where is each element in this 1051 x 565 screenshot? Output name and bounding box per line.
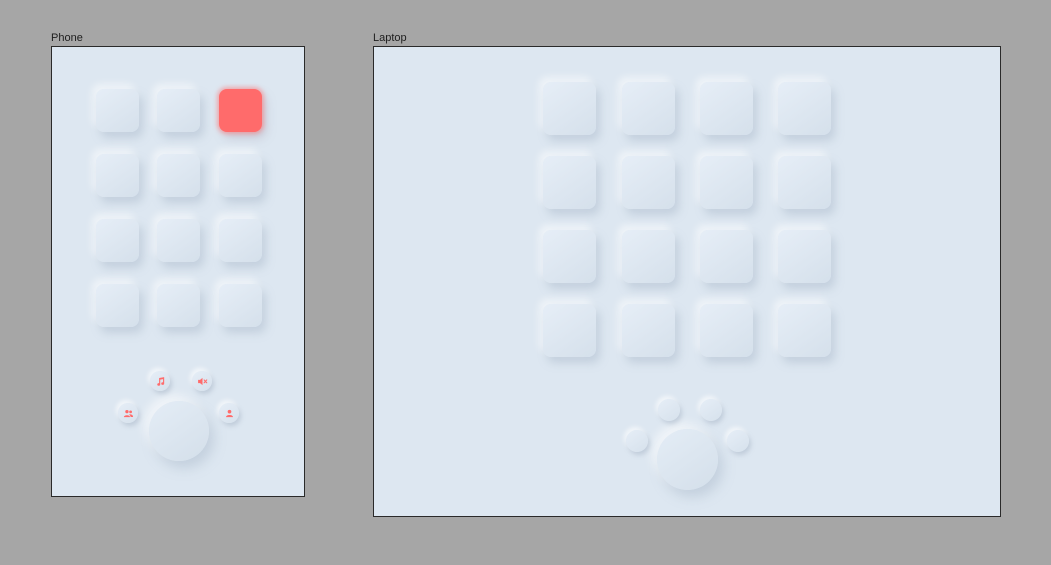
laptop-frame-label: Laptop bbox=[373, 32, 407, 44]
laptop-app-tile-13[interactable] bbox=[543, 304, 596, 357]
laptop-app-tile-10[interactable] bbox=[622, 230, 675, 283]
phone-main-knob[interactable] bbox=[149, 401, 209, 461]
laptop-app-tile-2[interactable] bbox=[622, 82, 675, 135]
laptop-control-button-1[interactable] bbox=[658, 399, 680, 421]
laptop-app-tile-11[interactable] bbox=[700, 230, 753, 283]
laptop-control-button-4[interactable] bbox=[727, 430, 749, 452]
laptop-app-tile-12[interactable] bbox=[778, 230, 831, 283]
phone-app-tile-8[interactable] bbox=[157, 219, 200, 262]
phone-mute-button[interactable] bbox=[192, 371, 212, 391]
phone-app-tile-2[interactable] bbox=[157, 89, 200, 132]
phone-app-tile-4[interactable] bbox=[96, 154, 139, 197]
phone-app-tile-6[interactable] bbox=[219, 154, 262, 197]
phone-music-button[interactable] bbox=[150, 371, 170, 391]
laptop-app-tile-4[interactable] bbox=[778, 82, 831, 135]
laptop-app-tile-16[interactable] bbox=[778, 304, 831, 357]
laptop-frame bbox=[373, 46, 1001, 517]
laptop-app-tile-7[interactable] bbox=[700, 156, 753, 209]
user-icon bbox=[224, 408, 235, 419]
group-icon bbox=[123, 408, 134, 419]
laptop-main-knob[interactable] bbox=[657, 429, 718, 490]
phone-app-tile-3-active[interactable] bbox=[219, 89, 262, 132]
phone-app-tile-12[interactable] bbox=[219, 284, 262, 327]
phone-group-button[interactable] bbox=[118, 403, 138, 423]
laptop-app-tile-6[interactable] bbox=[622, 156, 675, 209]
phone-user-button[interactable] bbox=[219, 403, 239, 423]
laptop-app-tile-1[interactable] bbox=[543, 82, 596, 135]
laptop-app-tile-14[interactable] bbox=[622, 304, 675, 357]
mute-icon bbox=[197, 376, 208, 387]
laptop-control-button-3[interactable] bbox=[626, 430, 648, 452]
phone-app-tile-7[interactable] bbox=[96, 219, 139, 262]
laptop-app-tile-8[interactable] bbox=[778, 156, 831, 209]
phone-frame bbox=[51, 46, 305, 497]
phone-app-tile-10[interactable] bbox=[96, 284, 139, 327]
phone-app-tile-1[interactable] bbox=[96, 89, 139, 132]
phone-app-tile-5[interactable] bbox=[157, 154, 200, 197]
laptop-app-tile-3[interactable] bbox=[700, 82, 753, 135]
phone-app-tile-9[interactable] bbox=[219, 219, 262, 262]
laptop-control-button-2[interactable] bbox=[700, 399, 722, 421]
phone-app-tile-11[interactable] bbox=[157, 284, 200, 327]
laptop-app-tile-9[interactable] bbox=[543, 230, 596, 283]
laptop-app-tile-5[interactable] bbox=[543, 156, 596, 209]
laptop-app-tile-15[interactable] bbox=[700, 304, 753, 357]
phone-frame-label: Phone bbox=[51, 32, 83, 44]
music-note-icon bbox=[155, 376, 166, 387]
